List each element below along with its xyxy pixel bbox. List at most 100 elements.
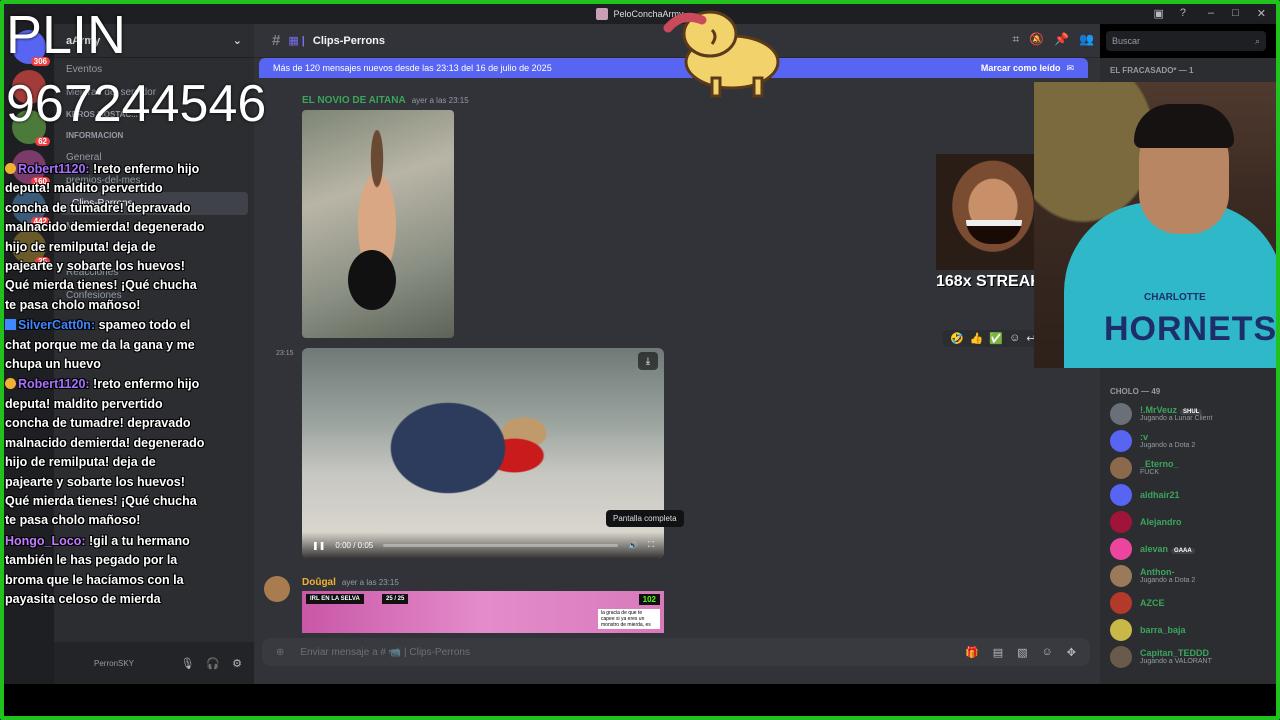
author-name: EL NOVIO DE AITANA — [302, 95, 406, 106]
gift-icon[interactable]: 🎁 — [965, 646, 979, 659]
avatar — [1110, 645, 1132, 668]
video-frame — [372, 388, 562, 538]
member-item[interactable]: AZCE — [1100, 589, 1276, 616]
close-icon[interactable]: ✕ — [1257, 7, 1266, 20]
avatar[interactable] — [264, 576, 290, 602]
check-icon[interactable]: ✅ — [989, 332, 1003, 345]
chat-message: SilverCatt0n: spameo todo el chat porque… — [5, 316, 205, 374]
mute-icon[interactable]: 🔕 — [1029, 32, 1044, 47]
avatar — [1110, 618, 1132, 641]
chat-message: Hongo_Loco: !gil a tu hermano también le… — [5, 532, 205, 610]
fullscreen-tooltip: Pantalla completa — [606, 510, 684, 527]
kick-count: 102 — [638, 594, 660, 605]
composer-placeholder: Enviar mensaje a # 📹 | Clips-Perrons — [300, 646, 470, 658]
avatar — [1110, 510, 1132, 533]
chat-text: !reto enfermo hijo deputa! maldito perve… — [5, 377, 205, 528]
maximize-icon[interactable]: □ — [1232, 7, 1239, 20]
gear-icon[interactable]: ⚙ — [232, 657, 242, 670]
member-status: Jugando a Lunar Client — [1140, 415, 1213, 422]
mark-read-label: Marcar como leído — [980, 63, 1061, 73]
mark-read-icon: ✉ — [1066, 62, 1074, 73]
member-name: Alejandro — [1140, 517, 1182, 527]
member-name-text: Anthon- — [1140, 567, 1175, 577]
help-icon[interactable]: ? — [1180, 7, 1186, 20]
member-info: AZCE — [1140, 598, 1165, 608]
member-status: Jugando a Dota 2 — [1140, 442, 1196, 449]
pause-icon[interactable]: ❚❚ — [312, 541, 325, 550]
member-info: alevan GAAA — [1140, 544, 1195, 554]
member-name: barra_baja — [1140, 625, 1186, 635]
member-name-text: :v — [1140, 432, 1149, 442]
member-tag: GAAA — [1171, 547, 1195, 554]
image-tag: IRL EN LA SELVA — [306, 594, 364, 604]
video-time: 0:00 / 0:05 — [335, 540, 374, 550]
apps-icon[interactable]: ✥ — [1067, 646, 1076, 659]
chat-username: Hongo_Loco: — [5, 533, 86, 548]
member-name-text: alevan — [1140, 543, 1169, 554]
fullscreen-icon[interactable]: ⛶ — [648, 540, 654, 550]
member-item[interactable]: Alejandro — [1100, 508, 1276, 535]
member-item[interactable]: !.MrVeuz SHUL Jugando a Lunar Client — [1100, 400, 1276, 427]
member-item[interactable]: Capitan_TEDDD Jugando a VALORANT — [1100, 643, 1276, 670]
stream-chat-overlay: Robert1120: !reto enfermo hijo deputa! m… — [5, 160, 205, 610]
member-item[interactable]: Anthon- Jugando a Dota 2 — [1100, 562, 1276, 589]
search-placeholder: Buscar — [1112, 36, 1141, 46]
inbox-icon[interactable]: ▣ — [1153, 7, 1163, 20]
message-image[interactable]: IRL EN LA SELVA 25 / 25 102 la gracia de… — [302, 591, 664, 633]
member-name: !.MrVeuz SHUL — [1140, 405, 1212, 415]
chat-message: Robert1120: !reto enfermo hijo deputa! m… — [5, 375, 205, 530]
chat-username: Robert1120: — [18, 162, 90, 176]
volume-icon[interactable]: 🔊 — [628, 541, 638, 550]
download-icon[interactable]: ⤓ — [638, 352, 658, 370]
member-item[interactable]: _Eterno_ FUCK — [1100, 454, 1276, 481]
composer-tools: 🎁 ▤ ▧ ☺ ✥ — [965, 646, 1076, 659]
dog-sticker-icon — [663, 10, 780, 98]
member-info: Anthon- Jugando a Dota 2 — [1140, 567, 1195, 584]
message-author[interactable]: EL NOVIO DE AITANA ayer a las 23:15 — [302, 95, 469, 106]
thumbs-up-icon[interactable]: 👍 — [970, 332, 984, 345]
channel-label: Eventos — [66, 64, 103, 75]
streak-emote — [936, 154, 1050, 270]
member-name-text: Alejandro — [1140, 516, 1182, 527]
search-input[interactable]: Buscar ⌕ — [1106, 31, 1266, 51]
cam-hair — [1134, 104, 1234, 148]
message-image[interactable] — [302, 110, 454, 338]
threads-icon[interactable]: ⌗ — [1012, 32, 1019, 47]
avatar — [1110, 591, 1132, 614]
message-composer[interactable]: ⊕ Enviar mensaje a # 📹 | Clips-Perrons 🎁… — [262, 638, 1090, 666]
members-icon[interactable]: 👥 — [1079, 32, 1094, 47]
headphones-icon[interactable]: 🎧 — [206, 657, 220, 670]
laugh-emoji-icon[interactable]: 🤣 — [950, 332, 964, 345]
message-timestamp: ayer a las 23:15 — [341, 578, 399, 587]
plin-label: PLIN — [6, 5, 127, 65]
member-item[interactable]: aldhair21 — [1100, 481, 1276, 508]
member-item[interactable]: alevan GAAA — [1100, 535, 1276, 562]
chat-text: !reto enfermo hijo deputa! maldito perve… — [5, 162, 205, 312]
member-name: alevan GAAA — [1140, 544, 1195, 554]
member-item[interactable]: barra_baja — [1100, 616, 1276, 643]
member-item[interactable]: :v Jugando a Dota 2 — [1100, 427, 1276, 454]
member-status: Jugando a Dota 2 — [1140, 577, 1196, 584]
member-info: Alejandro — [1140, 517, 1182, 527]
sticker-icon[interactable]: ▧ — [1017, 646, 1027, 659]
member-name-text: aldhair21 — [1140, 489, 1180, 500]
member-info: :v Jugando a Dota 2 — [1140, 432, 1195, 449]
pin-icon[interactable]: 📌 — [1054, 32, 1069, 47]
member-name-text: !.MrVeuz — [1140, 405, 1178, 415]
add-attachment-icon[interactable]: ⊕ — [276, 647, 284, 658]
minimize-icon[interactable]: – — [1208, 7, 1214, 20]
mark-read-button[interactable]: Marcar como leído ✉ — [981, 63, 1074, 74]
microphone-icon[interactable]: 🎙 — [180, 657, 194, 670]
member-category: CHOLO — 49 — [1110, 387, 1161, 396]
message-timestamp: 23:15 — [276, 350, 294, 357]
add-reaction-icon[interactable]: ☺ — [1009, 332, 1020, 345]
message-author[interactable]: Doûgal ayer a las 23:15 — [302, 577, 399, 588]
member-name: :v — [1140, 432, 1195, 442]
video-progress-bar[interactable] — [383, 543, 619, 547]
member-info: barra_baja — [1140, 625, 1186, 635]
emoji-icon[interactable]: ☺ — [1042, 646, 1053, 659]
member-category: EL FRACASADO* — 1 — [1110, 66, 1194, 75]
avatar — [1110, 537, 1132, 560]
author-name: Doûgal — [302, 577, 336, 588]
gif-icon[interactable]: ▤ — [993, 646, 1003, 659]
